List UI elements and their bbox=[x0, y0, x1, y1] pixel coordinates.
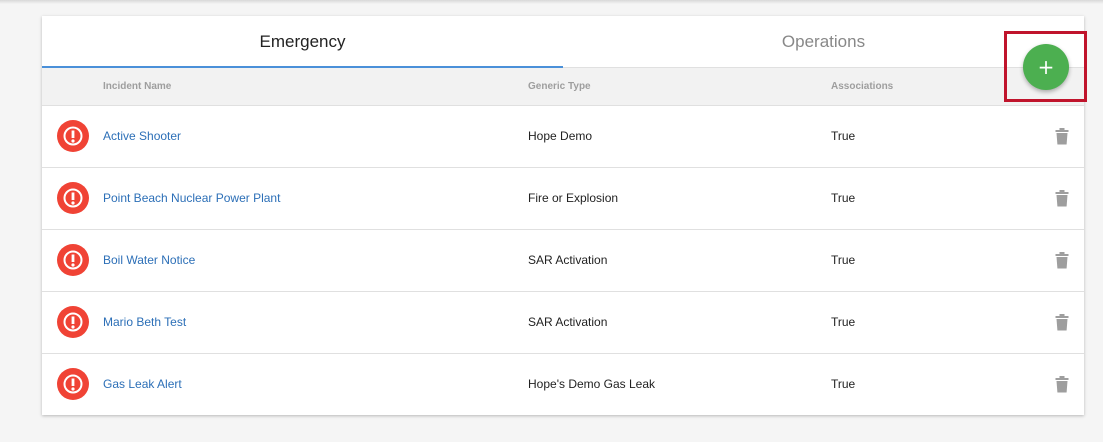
table-header: Incident Name Generic Type Associations bbox=[42, 68, 1084, 106]
tab-bar: Emergency Operations bbox=[42, 16, 1084, 68]
alert-icon bbox=[57, 120, 89, 152]
trash-icon[interactable] bbox=[1055, 252, 1069, 269]
trash-icon[interactable] bbox=[1055, 314, 1069, 331]
alert-icon bbox=[57, 244, 89, 276]
incident-table-body: Active Shooter Hope Demo True Point Beac… bbox=[42, 106, 1084, 415]
incident-name-link[interactable]: Gas Leak Alert bbox=[103, 354, 182, 415]
associations-cell: True bbox=[831, 315, 856, 329]
column-header-associations: Associations bbox=[831, 81, 894, 92]
incidents-card: Emergency Operations Incident Name Gener… bbox=[42, 16, 1084, 415]
tab-emergency[interactable]: Emergency bbox=[42, 16, 563, 67]
table-row: Point Beach Nuclear Power Plant Fire or … bbox=[42, 168, 1084, 230]
table-row: Boil Water Notice SAR Activation True bbox=[42, 230, 1084, 292]
generic-type-cell: Hope Demo bbox=[528, 129, 593, 143]
add-incident-button[interactable]: + bbox=[1023, 44, 1069, 90]
alert-icon bbox=[57, 182, 89, 214]
generic-type-cell: Hope's Demo Gas Leak bbox=[528, 377, 656, 391]
alert-icon bbox=[57, 368, 89, 400]
associations-cell: True bbox=[831, 253, 856, 267]
table-row: Gas Leak Alert Hope's Demo Gas Leak True bbox=[42, 354, 1084, 415]
alert-icon bbox=[57, 306, 89, 338]
associations-cell: True bbox=[831, 377, 856, 391]
incident-name-link[interactable]: Mario Beth Test bbox=[103, 292, 186, 353]
generic-type-cell: Fire or Explosion bbox=[528, 191, 619, 205]
incident-name-link[interactable]: Active Shooter bbox=[103, 106, 181, 167]
incident-name-link[interactable]: Point Beach Nuclear Power Plant bbox=[103, 168, 280, 229]
generic-type-cell: SAR Activation bbox=[528, 315, 608, 329]
associations-cell: True bbox=[831, 191, 856, 205]
top-shadow bbox=[0, 0, 1103, 4]
trash-icon[interactable] bbox=[1055, 376, 1069, 393]
table-row: Active Shooter Hope Demo True bbox=[42, 106, 1084, 168]
trash-icon[interactable] bbox=[1055, 128, 1069, 145]
associations-cell: True bbox=[831, 129, 856, 143]
trash-icon[interactable] bbox=[1055, 190, 1069, 207]
table-row: Mario Beth Test SAR Activation True bbox=[42, 292, 1084, 354]
incident-name-link[interactable]: Boil Water Notice bbox=[103, 230, 195, 291]
column-header-generic-type: Generic Type bbox=[528, 81, 591, 92]
column-header-incident-name: Incident Name bbox=[103, 81, 172, 92]
generic-type-cell: SAR Activation bbox=[528, 253, 608, 267]
